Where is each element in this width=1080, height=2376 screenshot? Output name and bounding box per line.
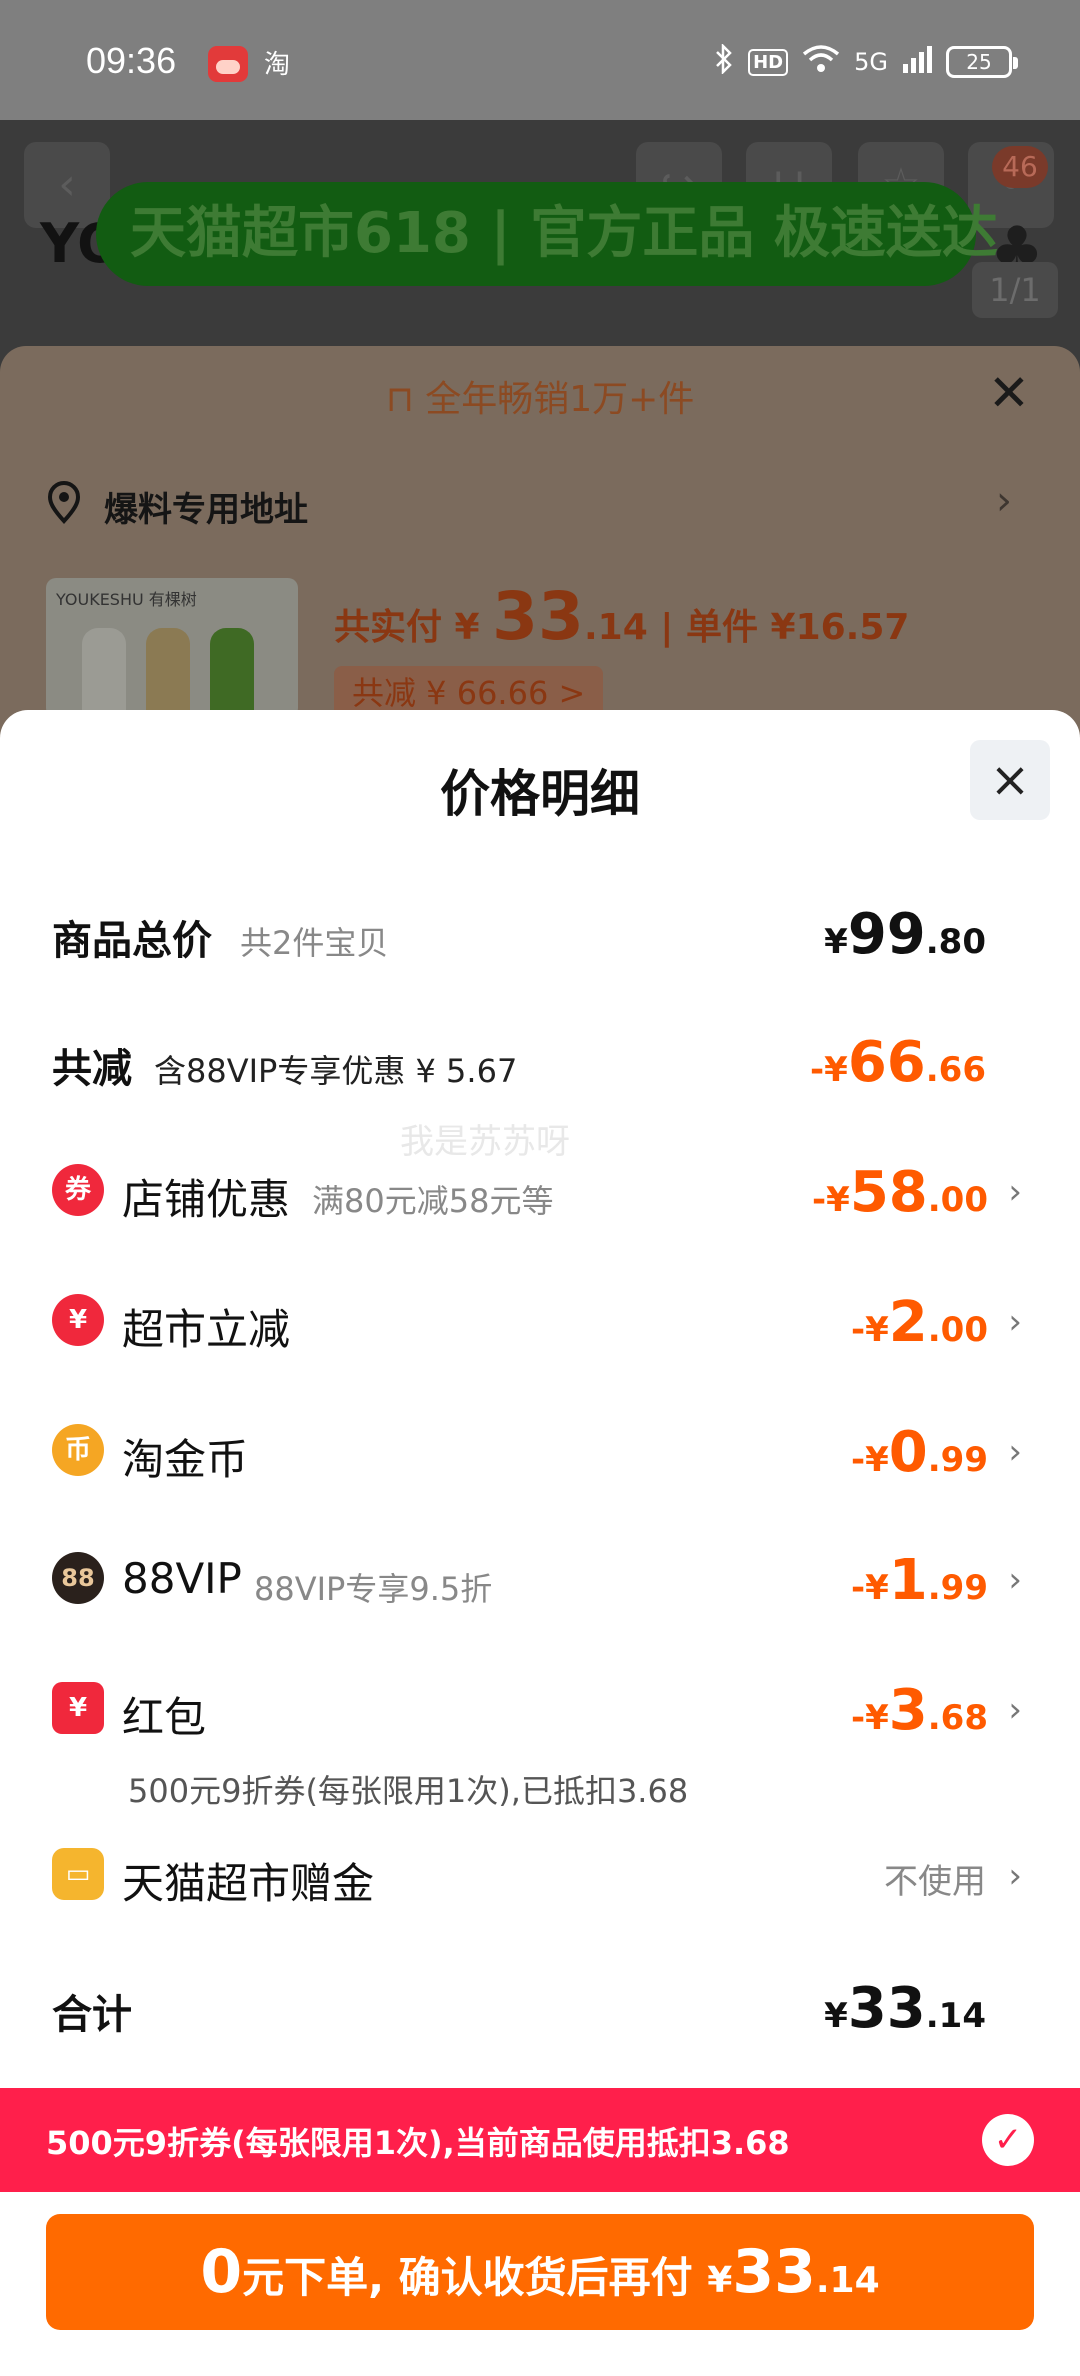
product-brand: YOUKESHU 有棵树 — [56, 590, 197, 609]
row-sub: 满80元减58元等 — [312, 1182, 554, 1220]
status-bar: 09:36 淘 HD 5G 25 — [0, 0, 1080, 120]
row-label: 店铺优惠 — [122, 1175, 291, 1224]
row-88vip[interactable]: 88 88VIP 88VIP专享9.5折 -¥1.99 › — [0, 1536, 1080, 1626]
supermarket-discount-amount: -¥2.00 — [851, 1290, 988, 1355]
vip-88-icon: 88 — [52, 1552, 104, 1604]
checkout-button[interactable]: 0元下单, 确认收货后再付 ¥33.14 — [46, 2214, 1034, 2330]
product-thumbnail[interactable]: YOUKESHU 有棵树 — [46, 578, 298, 718]
chevron-right-icon: › — [1008, 1856, 1022, 1896]
sheet-title: 价格明细 — [440, 765, 640, 823]
row-label: 红包 — [122, 1693, 207, 1742]
row-label: 共减 — [52, 1046, 132, 1092]
status-icons: HD 5G 25 — [714, 42, 1018, 80]
hd-icon: HD — [748, 48, 789, 76]
sock-tan — [146, 628, 190, 718]
row-label: 商品总价 — [52, 918, 212, 964]
watermark: 我是苏苏呀 — [400, 1122, 570, 1162]
row-label: 合计 — [52, 1992, 132, 2038]
gold-coin-icon: 币 — [52, 1424, 104, 1476]
goods-total-amount: ¥99.80 — [824, 902, 986, 967]
red-packet-note: 500元9折券(每张限用1次),已抵扣3.68 — [128, 1772, 689, 1810]
total-reduction-amount: -¥66.66 — [810, 1030, 986, 1095]
taobao-notification-icon: 淘 — [264, 50, 291, 80]
row-sub: 共2件宝贝 — [240, 924, 389, 962]
image-pager: 1/1 — [972, 262, 1058, 318]
row-taojinbi[interactable]: 币 淘金币 -¥0.99 › — [0, 1408, 1080, 1498]
total-paid-price: 共实付 ¥ 33.14 | 单件 ¥16.57 — [334, 578, 910, 655]
bag-icon: ⊓ — [385, 379, 426, 420]
signal-icon — [902, 44, 932, 80]
row-label: 天猫超市赠金 — [122, 1859, 375, 1908]
status-time: 09:36 — [86, 40, 177, 81]
row-sub: 含88VIP专享优惠 ¥ 5.67 — [154, 1052, 518, 1090]
wallet-icon: ▭ — [52, 1848, 104, 1900]
row-total-reduction: 共减 含88VIP专享优惠 ¥ 5.67 -¥66.66 — [0, 1018, 1080, 1108]
store-coupon-icon: 券 — [52, 1164, 104, 1216]
close-icon[interactable]: × — [970, 740, 1050, 820]
store-discount-amount: -¥58.00 — [812, 1160, 988, 1225]
vip-amount: -¥1.99 — [851, 1548, 988, 1613]
battery-icon: 25 — [946, 46, 1018, 78]
address-chevron-icon: › — [996, 478, 1012, 524]
coins-amount: -¥0.99 — [851, 1420, 988, 1485]
address-label[interactable]: 爆料专用地址 — [104, 482, 308, 531]
check-icon[interactable]: ✓ — [982, 2114, 1034, 2166]
chevron-right-icon: › — [1008, 1560, 1022, 1600]
row-supermarket-discount[interactable]: ¥ 超市立减 -¥2.00 › — [0, 1278, 1080, 1368]
row-label: 88VIP — [122, 1554, 242, 1603]
tmall-618-banner: 天猫超市618 | 官方正品 极速送达 — [96, 182, 998, 286]
sock-green — [210, 628, 254, 718]
app-notification-icon — [208, 46, 248, 82]
chevron-right-icon: › — [1008, 1172, 1022, 1212]
yuan-discount-icon: ¥ — [52, 1294, 104, 1346]
location-pin-icon — [47, 481, 81, 524]
coupon-selection-bar[interactable]: 500元9折券(每张限用1次),当前商品使用抵扣3.68 ✓ — [0, 2088, 1080, 2192]
wifi-icon — [802, 44, 840, 80]
chevron-right-icon: › — [1008, 1432, 1022, 1472]
red-packet-icon: ¥ — [52, 1682, 104, 1734]
sum-amount: ¥33.14 — [824, 1976, 986, 2041]
row-label: 超市立减 — [122, 1305, 291, 1354]
chevron-right-icon: › — [1008, 1690, 1022, 1730]
row-sum: 合计 ¥33.14 — [0, 1964, 1080, 2054]
chevron-right-icon: › — [1008, 1302, 1022, 1342]
bluetooth-icon — [714, 42, 734, 80]
row-label: 淘金币 — [122, 1435, 249, 1484]
row-tmall-gift-credit[interactable]: ▭ 天猫超市赠金 不使用 › — [0, 1832, 1080, 1922]
gift-status: 不使用 — [884, 1862, 986, 1902]
sock-white — [82, 628, 126, 718]
network-label: 5G — [854, 48, 888, 76]
row-red-packet[interactable]: ¥ 红包 -¥3.68 › 500元9折券(每张限用1次),已抵扣3.68 — [0, 1666, 1080, 1810]
coupon-text: 500元9折券(每张限用1次),当前商品使用抵扣3.68 — [46, 2124, 790, 2162]
row-sub: 88VIP专享9.5折 — [254, 1570, 493, 1608]
red-packet-amount: -¥3.68 — [851, 1678, 988, 1743]
cart-count-badge: 46 — [992, 146, 1048, 188]
sales-note: ⊓ 全年畅销1万+件 — [385, 379, 695, 420]
order-sheet-close-icon[interactable]: ✕ — [988, 364, 1030, 422]
row-goods-total: 商品总价 共2件宝贝 ¥99.80 — [0, 890, 1080, 980]
